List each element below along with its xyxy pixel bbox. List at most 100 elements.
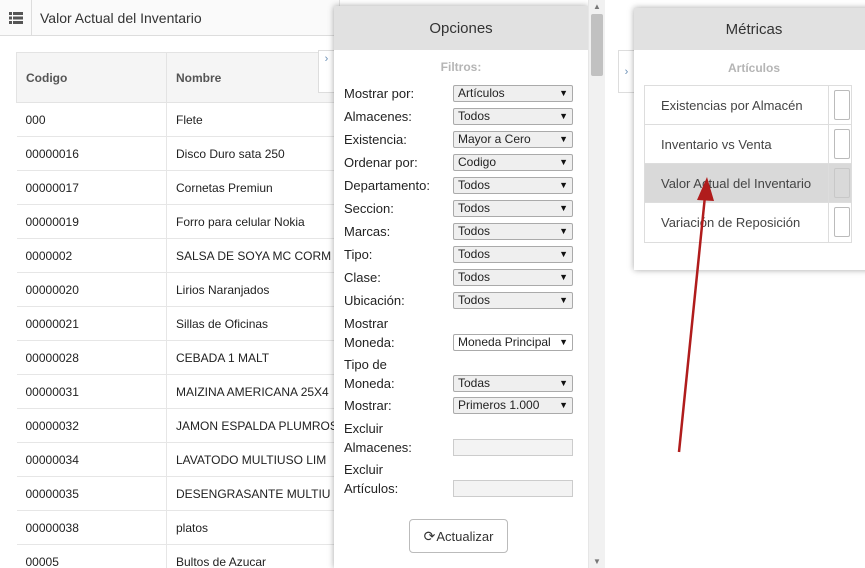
cell-code: 00000031 — [16, 374, 167, 409]
table-row[interactable]: 00000028 CEBADA 1 MALT — [16, 340, 346, 375]
select-value: Artículos — [458, 86, 505, 100]
table-row[interactable]: 00000035 DESENGRASANTE MULTIU — [16, 476, 346, 511]
table-row[interactable]: 000 Flete — [16, 102, 346, 137]
filter-excluir-articulos: Excluir Artículos: — [344, 460, 580, 498]
marcas-select[interactable]: Todos ▼ — [453, 223, 573, 240]
field-label-line1: Excluir — [344, 421, 384, 436]
table-row[interactable]: 00000038 platos — [16, 510, 346, 545]
metrics-panel: Métricas Artículos Existencias por Almac… — [634, 8, 865, 270]
cell-name: Disco Duro sata 250 — [166, 136, 346, 171]
select-value: Todos — [458, 178, 491, 192]
column-header-code[interactable]: Codigo — [16, 52, 167, 103]
inventory-table: Codigo Nombre 000 Flete 00000016 Disco Dur… — [16, 52, 346, 568]
caret-down-icon: ▼ — [559, 226, 568, 236]
table-row[interactable]: 00000031 MAIZINA AMERICANA 25X4 — [16, 374, 346, 409]
filter-mostrar: Mostrar: Primeros 1.000 ▼ — [344, 396, 580, 415]
field-label-line1: Mostrar — [344, 316, 389, 331]
table-row[interactable]: 00000020 Lirios Naranjados — [16, 272, 346, 307]
field-label-line1: Tipo de — [344, 357, 387, 372]
divider — [828, 203, 829, 242]
ubicacion-select[interactable]: Todos ▼ — [453, 292, 573, 309]
divider — [828, 125, 829, 163]
select-value: Todos — [458, 270, 491, 284]
caret-down-icon: ▼ — [559, 400, 568, 410]
metric-item-existencias-por-almacen[interactable]: Existencias por Almacén — [645, 86, 851, 125]
field-label: Departamento: — [344, 178, 430, 193]
seccion-select[interactable]: Todos ▼ — [453, 200, 573, 217]
field-label: Ubicación: — [344, 293, 405, 308]
select-value: Todas — [458, 376, 491, 390]
cell-name: SALSA DE SOYA MC CORM — [166, 238, 346, 273]
mostrar-moneda-select[interactable]: Moneda Principal ▼ — [453, 334, 573, 351]
tipo-moneda-select[interactable]: Todas ▼ — [453, 375, 573, 392]
cell-name: Lirios Naranjados — [166, 272, 346, 307]
filter-almacenes: Almacenes: Todos ▼ — [344, 107, 580, 126]
field-label-line2: Moneda: — [344, 376, 395, 391]
metrics-section-heading: Artículos — [727, 61, 780, 75]
table-row[interactable]: 00000032 JAMON ESPALDA PLUMROS — [16, 408, 346, 443]
filter-seccion: Seccion: Todos ▼ — [344, 199, 580, 218]
caret-down-icon: ▼ — [559, 134, 568, 144]
page-scrollbar[interactable]: ▲ ▼ — [588, 0, 605, 568]
chevron-right-icon[interactable]: › — [618, 50, 634, 93]
cell-name: platos — [166, 510, 346, 545]
table-row[interactable]: 00000034 LAVATODO MULTIUSO LIM — [16, 442, 346, 477]
table-row[interactable]: 00000019 Forro para celular Nokia — [16, 204, 346, 239]
select-value: Todos — [458, 109, 491, 123]
table-row[interactable]: 0000002 SALSA DE SOYA MC CORM — [16, 238, 346, 273]
mostrar-select[interactable]: Primeros 1.000 ▼ — [453, 397, 573, 414]
excluir-articulos-input[interactable] — [453, 480, 573, 497]
filter-marcas: Marcas: Todos ▼ — [344, 222, 580, 241]
table-row[interactable]: 00000021 Sillas de Oficinas — [16, 306, 346, 341]
field-label: Clase: — [344, 270, 381, 285]
mostrar-por-select[interactable]: Artículos ▼ — [453, 85, 573, 102]
field-label: Mostrar Moneda: — [344, 314, 453, 352]
metric-label: Variación de Reposición — [661, 215, 801, 230]
select-value: Todos — [458, 247, 491, 261]
metric-item-valor-actual-del-inventario[interactable]: Valor Actual del Inventario — [645, 164, 851, 203]
caret-down-icon: ▼ — [559, 88, 568, 98]
filter-tipo: Tipo: Todos ▼ — [344, 245, 580, 264]
metric-toggle[interactable] — [834, 207, 850, 237]
tipo-select[interactable]: Todos ▼ — [453, 246, 573, 263]
caret-down-icon: ▼ — [557, 335, 568, 350]
cell-name: LAVATODO MULTIUSO LIM — [166, 442, 346, 477]
chevron-right-icon[interactable]: › — [318, 50, 334, 93]
update-button[interactable]: ⟳ Actualizar — [409, 519, 508, 553]
caret-down-icon: ▼ — [559, 111, 568, 121]
metric-toggle[interactable] — [834, 168, 850, 198]
update-button-label: Actualizar — [436, 528, 494, 544]
table-row[interactable]: 00000017 Cornetas Premiun — [16, 170, 346, 205]
field-label: Excluir Almacenes: — [344, 419, 453, 457]
departamento-select[interactable]: Todos ▼ — [453, 177, 573, 194]
filter-ubicacion: Ubicación: Todos ▼ — [344, 291, 580, 310]
metric-label: Valor Actual del Inventario — [661, 175, 812, 191]
existencia-select[interactable]: Mayor a Cero ▼ — [453, 131, 573, 148]
excluir-almacenes-input[interactable] — [453, 439, 573, 456]
ordenar-por-select[interactable]: Codigo ▼ — [453, 154, 573, 171]
metric-item-inventario-vs-venta[interactable]: Inventario vs Venta — [645, 125, 851, 164]
metric-label: Inventario vs Venta — [661, 136, 772, 152]
metric-toggle[interactable] — [834, 129, 850, 159]
field-label: Tipo de Moneda: — [344, 355, 453, 393]
select-value: Todos — [458, 201, 491, 215]
table-row[interactable]: 00005 Bultos de Azucar — [16, 544, 346, 568]
app-root: Valor Actual del Inventario Codigo Nombr… — [0, 0, 865, 568]
field-label: Ordenar por: — [344, 155, 418, 170]
cell-code: 00000028 — [16, 340, 167, 375]
metric-item-variacion-de-reposicion[interactable]: Variación de Reposición — [645, 203, 851, 242]
scrollbar-thumb[interactable] — [591, 14, 603, 76]
metrics-title: Métricas — [634, 8, 865, 50]
almacenes-select[interactable]: Todos ▼ — [453, 108, 573, 125]
metric-toggle[interactable] — [834, 90, 850, 120]
field-label-line2: Moneda: — [344, 335, 395, 350]
list-icon[interactable] — [0, 0, 32, 36]
scroll-up-icon[interactable]: ▲ — [593, 2, 601, 11]
scroll-down-icon[interactable]: ▼ — [593, 557, 601, 566]
clase-select[interactable]: Todos ▼ — [453, 269, 573, 286]
select-value: Mayor a Cero — [458, 132, 531, 146]
table-row[interactable]: 00000016 Disco Duro sata 250 — [16, 136, 346, 171]
field-label: Seccion: — [344, 201, 394, 216]
cell-code: 00000020 — [16, 272, 167, 307]
field-label: Mostrar: — [344, 398, 392, 413]
